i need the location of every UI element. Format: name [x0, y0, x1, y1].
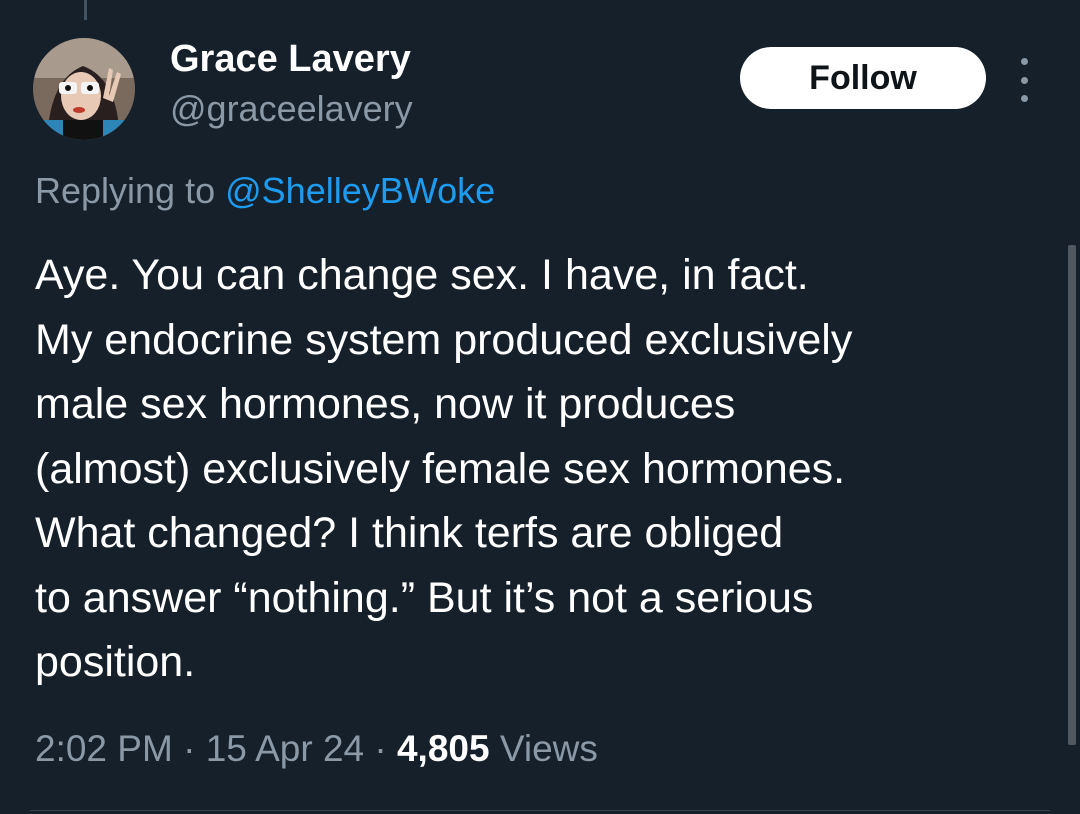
meta-separator: · [374, 728, 387, 769]
tweet-date[interactable]: 15 Apr 24 [206, 728, 364, 769]
tweet-line: Aye. You can change sex. I have, in fact… [35, 251, 809, 299]
views-count: 4,805 [396, 728, 490, 769]
scrollbar[interactable] [1068, 245, 1076, 745]
author-handle[interactable]: @graceelavery [170, 88, 413, 130]
more-dot [1020, 95, 1028, 102]
divider [30, 810, 1050, 811]
tweet-meta: 2:02 PM · 15 Apr 24 · 4,805 Views [35, 728, 598, 770]
tweet-line: (almost) exclusively female sex hormones… [35, 444, 846, 493]
reply-prefix: Replying to [35, 170, 216, 211]
thread-connector-line [84, 0, 87, 20]
author-display-name[interactable]: Grace Lavery [170, 38, 411, 81]
tweet-line: male sex hormones, now it produces [35, 380, 736, 428]
tweet-line: to answer “nothing.” But it’s not a seri… [35, 573, 814, 622]
views-label: Views [499, 728, 598, 769]
tweet-text: Aye. You can change sex. I have, in fact… [35, 243, 1045, 695]
tweet-line: What changed? I think terfs are obliged [35, 509, 784, 557]
tweet-line: My endocrine system produced exclusively [35, 315, 853, 364]
more-dot [1020, 58, 1028, 65]
avatar-image [33, 38, 135, 140]
more-dot [1020, 76, 1028, 84]
avatar[interactable] [33, 38, 135, 140]
tweet-line: position. [35, 638, 196, 686]
reply-context: Replying to @ShelleyBWoke [35, 170, 495, 212]
more-vertical-icon[interactable] [1010, 58, 1038, 102]
meta-separator: · [183, 728, 196, 769]
follow-button[interactable]: Follow [740, 47, 986, 109]
reply-handle-link[interactable]: @ShelleyBWoke [225, 170, 495, 211]
tweet-time[interactable]: 2:02 PM [35, 728, 173, 769]
